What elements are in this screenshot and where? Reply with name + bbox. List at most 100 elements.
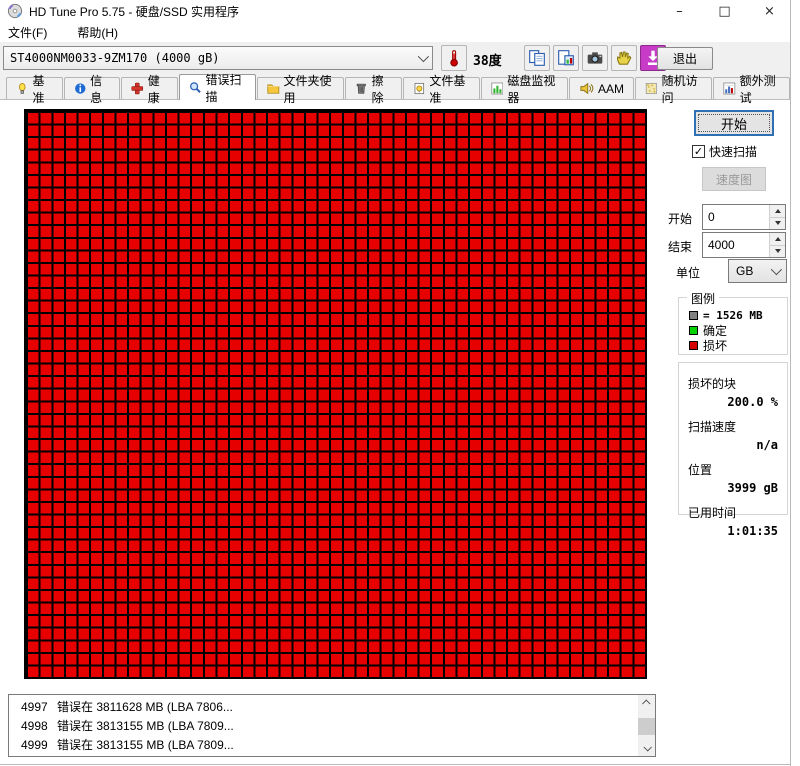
app-icon [7, 3, 23, 19]
spin-down-icon[interactable] [770, 217, 785, 230]
tab-基准[interactable]: 基准 [6, 77, 63, 99]
tab-label: 错误扫描 [205, 71, 245, 105]
title-bar: HD Tune Pro 5.75 - 硬盘/SSD 实用程序 – □ × [0, 0, 800, 22]
legend-group: 图例 = 1526 MB确定损坏 [678, 297, 788, 355]
menu-bar: 文件(F) 帮助(H) [0, 22, 800, 42]
copy-icon [528, 49, 546, 67]
tab-文件夹使用[interactable]: 文件夹使用 [257, 77, 344, 99]
tab-健康[interactable]: 健康 [121, 77, 178, 99]
error-scan-grid [24, 109, 647, 679]
tab-label: 随机访问 [662, 72, 702, 106]
spin-up-icon[interactable] [770, 233, 785, 245]
tab-信息[interactable]: 信息 [64, 77, 121, 99]
exit-button[interactable]: 退出 [657, 47, 713, 70]
window-edge-bottom [0, 764, 791, 765]
thermometer-icon [445, 49, 463, 67]
tab-label: 擦除 [372, 72, 392, 106]
legend-color-swatch [689, 311, 698, 320]
hdtune-window: HD Tune Pro 5.75 - 硬盘/SSD 实用程序 – □ × 文件(… [0, 0, 800, 766]
legend-row: 损坏 [689, 338, 787, 353]
error-index: 4997 [9, 700, 57, 714]
bar-chart-icon [491, 81, 504, 96]
temperature-value: 38度 [473, 50, 502, 69]
start-field-input[interactable]: 0 [702, 204, 786, 230]
error-message: 错误在 3811628 MB (LBA 7806... [57, 698, 638, 715]
scrollbar-thumb[interactable] [638, 718, 655, 735]
menu-item[interactable]: 帮助(H) [77, 22, 130, 43]
tab-文件基准[interactable]: 文件基准 [403, 77, 480, 99]
maximize-icon[interactable]: □ [702, 0, 747, 22]
paste-image-icon [557, 49, 575, 67]
error-log-row[interactable]: 4999错误在 3813155 MB (LBA 7809... [9, 735, 638, 754]
end-field-label: 结束 [668, 238, 692, 255]
tab-label: 磁盘监视器 [507, 72, 558, 106]
error-message: 错误在 3813155 MB (LBA 7809... [57, 717, 638, 734]
error-log-rows: 4997错误在 3811628 MB (LBA 7806...4998错误在 3… [9, 697, 638, 754]
minimize-icon[interactable]: – [657, 0, 702, 22]
legend-label: = 1526 MB [703, 309, 763, 322]
tab-label: 信息 [90, 72, 110, 106]
log-scrollbar[interactable] [638, 695, 655, 756]
status-label: 已用时间 [688, 504, 778, 521]
legend-color-swatch [689, 341, 698, 350]
camera-button[interactable] [582, 45, 608, 71]
status-value: 200.0 % [688, 395, 778, 409]
error-log-row[interactable]: 4997错误在 3811628 MB (LBA 7806... [9, 697, 638, 716]
quick-scan-checkbox[interactable]: ✓ [692, 145, 705, 158]
tab-bar: 基准信息健康错误扫描文件夹使用擦除文件基准磁盘监视器AAM随机访问额外测试 [0, 74, 791, 100]
scroll-down-icon[interactable] [638, 740, 655, 756]
tab-随机访问[interactable]: 随机访问 [635, 77, 712, 99]
chevron-down-icon [771, 264, 782, 275]
scroll-up-icon[interactable] [638, 695, 655, 711]
quick-scan-option[interactable]: ✓ 快速扫描 [692, 143, 757, 160]
tab-label: 健康 [148, 72, 168, 106]
status-fields: 损坏的块200.0 %扫描速度n/a位置3999 gB已用时间1:01:35 [679, 363, 787, 544]
status-value: n/a [688, 438, 778, 452]
start-field-label: 开始 [668, 210, 692, 227]
legend-row: 确定 [689, 323, 787, 338]
status-value: 3999 gB [688, 481, 778, 495]
unit-select[interactable]: GB [728, 259, 787, 283]
spin-up-icon[interactable] [770, 205, 785, 217]
trash-icon [355, 81, 368, 96]
status-group: 损坏的块200.0 %扫描速度n/a位置3999 gB已用时间1:01:35 [678, 362, 788, 515]
tab-label: 基准 [33, 72, 53, 106]
camera-icon [586, 49, 604, 67]
copy-button[interactable] [524, 45, 550, 71]
tab-label: 文件夹使用 [284, 72, 335, 106]
tab-擦除[interactable]: 擦除 [345, 77, 402, 99]
drive-select-value: ST4000NM0033-9ZM170 (4000 gB) [10, 51, 418, 65]
unit-field-label: 单位 [676, 264, 700, 281]
end-field-input[interactable]: 4000 [702, 232, 786, 258]
error-log: 4997错误在 3811628 MB (LBA 7806...4998错误在 3… [8, 694, 656, 757]
start-scan-button[interactable]: 开始 [694, 110, 774, 136]
status-label: 位置 [688, 461, 778, 478]
menu-item[interactable]: 文件(F) [8, 22, 59, 43]
legend-color-swatch [689, 326, 698, 335]
hand-button[interactable] [611, 45, 637, 71]
random-icon [645, 81, 658, 96]
start-scan-label: 开始 [721, 117, 747, 132]
speed-map-button: 速度图 [702, 167, 766, 191]
health-cross-icon [131, 81, 144, 96]
status-label: 损坏的块 [688, 375, 778, 392]
tab-错误扫描[interactable]: 错误扫描 [179, 74, 256, 100]
tab-label: 文件基准 [429, 72, 469, 106]
tab-AAM[interactable]: AAM [569, 77, 634, 99]
temperature-button[interactable] [441, 45, 467, 71]
window-edge-right [790, 0, 791, 766]
error-log-row[interactable]: 4998错误在 3813155 MB (LBA 7809... [9, 716, 638, 735]
checkmark-icon: ✓ [694, 145, 703, 158]
end-field-value: 4000 [703, 233, 769, 257]
spin-down-icon[interactable] [770, 245, 785, 258]
error-index: 4999 [9, 738, 57, 752]
status-value: 1:01:35 [688, 524, 778, 538]
toolbar-icon-group [524, 45, 666, 71]
drive-select[interactable]: ST4000NM0033-9ZM170 (4000 gB) [3, 46, 433, 70]
close-icon[interactable]: × [747, 0, 792, 22]
legend-row: = 1526 MB [689, 308, 787, 323]
toolbar: ST4000NM0033-9ZM170 (4000 gB) 38度 退出 [0, 42, 791, 74]
paste-image-button[interactable] [553, 45, 579, 71]
tab-额外测试[interactable]: 额外测试 [713, 77, 790, 99]
tab-磁盘监视器[interactable]: 磁盘监视器 [481, 77, 568, 99]
